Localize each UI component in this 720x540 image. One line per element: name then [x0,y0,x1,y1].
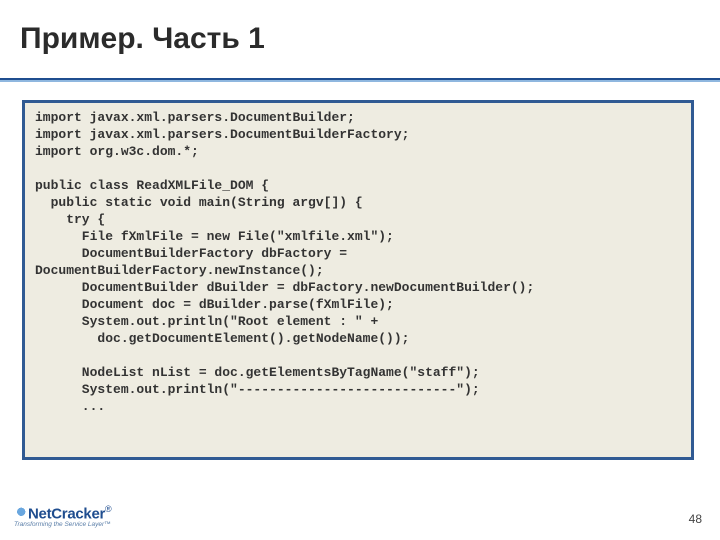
code-block: import javax.xml.parsers.DocumentBuilder… [22,100,694,460]
divider-bottom [0,80,720,82]
logo-tagline: Transforming the Service Layer™ [14,521,112,528]
logo-brand-text: NetCracker [28,505,105,522]
code-text: import javax.xml.parsers.DocumentBuilder… [35,109,681,415]
slide-title: Пример. Часть 1 [20,22,265,56]
brand-logo: NetCracker® Transforming the Service Lay… [14,504,112,528]
page-number: 48 [689,512,702,526]
logo-registered-icon: ® [105,504,112,514]
logo-swoosh-icon [14,507,26,519]
